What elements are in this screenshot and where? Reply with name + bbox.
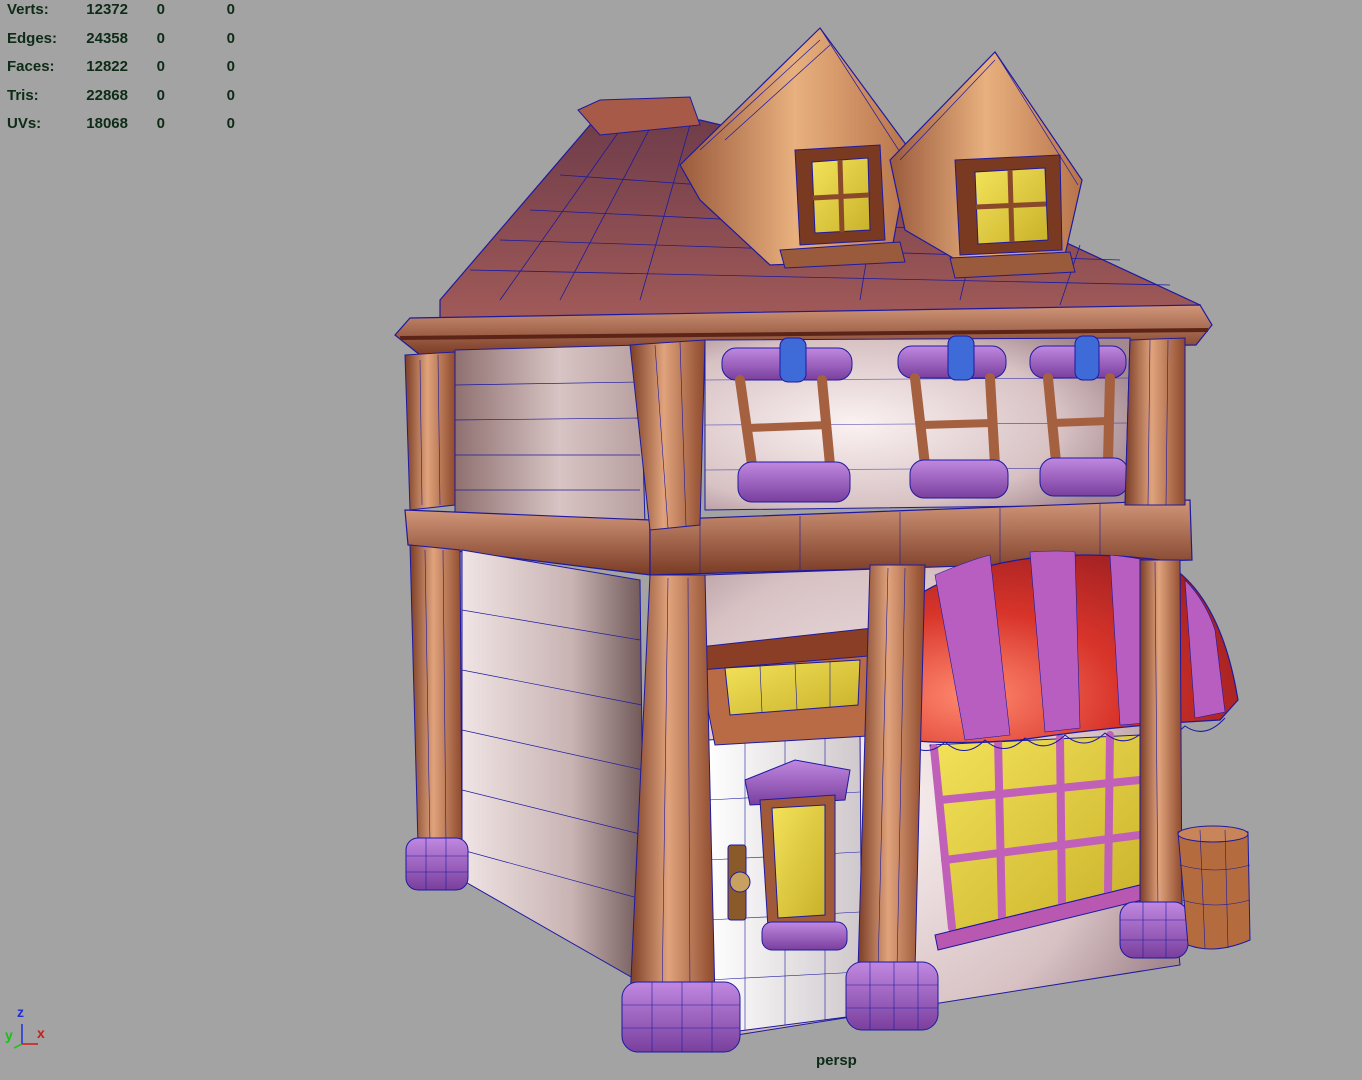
awning [904, 550, 1239, 751]
axis-z-label: z [17, 1004, 24, 1020]
house-model-wireframe[interactable] [0, 0, 1362, 1080]
maya-perspective-viewport[interactable]: Verts: 12372 0 0 Edges: 24358 0 0 Faces:… [0, 0, 1362, 1080]
barrel [1177, 825, 1251, 950]
axis-orientation-indicator: z y x [5, 1004, 45, 1049]
axis-y-label: y [5, 1027, 13, 1043]
upper-floor [454, 335, 1131, 526]
camera-name-label: persp [816, 1052, 857, 1069]
axis-x-label: x [37, 1025, 45, 1041]
lower-left-wall [461, 549, 646, 986]
